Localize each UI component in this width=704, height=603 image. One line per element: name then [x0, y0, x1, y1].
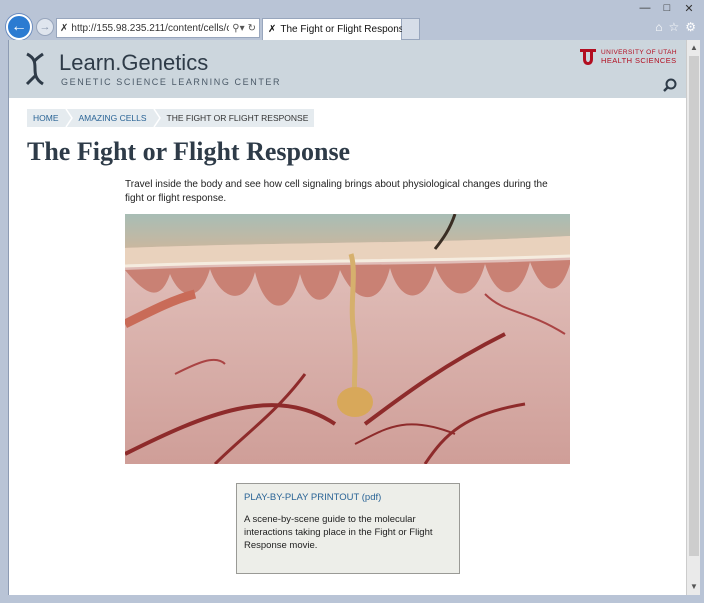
breadcrumb-home[interactable]: HOME	[27, 109, 65, 127]
breadcrumb-separator	[64, 109, 73, 127]
printout-link[interactable]: PLAY-BY-PLAY PRINTOUT (pdf)	[244, 492, 452, 503]
tab-title: The Fight or Flight Response	[280, 24, 410, 35]
window-controls: — □ ✕	[634, 0, 700, 16]
vertical-scrollbar[interactable]: ▲ ▼	[686, 40, 700, 595]
new-tab-button[interactable]	[402, 18, 420, 40]
scroll-up-icon[interactable]: ▲	[689, 42, 699, 54]
url-text[interactable]: http://155.98.235.211/content/cells/cell…	[71, 23, 229, 34]
refresh-icon[interactable]: ↻	[248, 23, 256, 34]
site-name[interactable]: Learn.Genetics	[59, 50, 208, 76]
movie-player[interactable]	[125, 214, 570, 464]
page-viewport: Learn.Genetics GENETIC SCIENCE LEARNING …	[8, 40, 686, 595]
site-favicon-icon: ✗	[60, 22, 69, 34]
scroll-down-icon[interactable]: ▼	[689, 581, 699, 593]
printout-description: A scene-by-scene guide to the molecular …	[244, 514, 433, 551]
maximize-button[interactable]: □	[656, 0, 678, 16]
university-logo[interactable]: UNIVERSITY OF UTAH HEALTH SCIENCES	[579, 47, 677, 67]
home-icon[interactable]: ⌂	[655, 20, 662, 34]
university-line-2: HEALTH SCIENCES	[601, 56, 677, 65]
printout-box: PLAY-BY-PLAY PRINTOUT (pdf) A scene-by-s…	[236, 483, 460, 574]
browser-chrome: — □ ✕ ← → ✗ http://155.98.235.211/conten…	[0, 0, 704, 40]
forward-arrow-icon[interactable]: →	[36, 18, 54, 36]
tab-active[interactable]: ✗ The Fight or Flight Response ✕	[262, 18, 418, 40]
minimize-button[interactable]: —	[634, 0, 656, 16]
page-title: The Fight or Flight Response	[27, 137, 351, 166]
close-window-button[interactable]: ✕	[678, 0, 700, 16]
breadcrumb-separator	[152, 109, 161, 127]
breadcrumb-current: THE FIGHT OR FLIGHT RESPONSE	[160, 109, 315, 127]
gear-icon[interactable]: ⚙	[685, 20, 696, 34]
address-bar[interactable]: ✗ http://155.98.235.211/content/cells/ce…	[56, 18, 260, 38]
site-header: Learn.Genetics GENETIC SCIENCE LEARNING …	[9, 40, 686, 98]
university-u-icon	[580, 49, 597, 65]
site-tagline: GENETIC SCIENCE LEARNING CENTER	[61, 77, 282, 87]
scroll-thumb[interactable]	[689, 56, 699, 556]
skin-cross-section-illustration	[125, 214, 570, 464]
tab-favicon-icon: ✗	[268, 24, 277, 35]
search-dropdown-icon[interactable]: ⚲▾	[232, 23, 244, 34]
dna-logo-icon[interactable]	[23, 52, 47, 86]
search-icon[interactable]	[663, 78, 677, 92]
breadcrumb: HOME AMAZING CELLS THE FIGHT OR FLIGHT R…	[27, 109, 315, 127]
star-icon[interactable]: ☆	[668, 20, 679, 34]
back-arrow-icon[interactable]: ←	[6, 14, 32, 40]
intro-text: Travel inside the body and see how cell …	[125, 179, 548, 204]
breadcrumb-amazing-cells[interactable]: AMAZING CELLS	[72, 109, 153, 127]
